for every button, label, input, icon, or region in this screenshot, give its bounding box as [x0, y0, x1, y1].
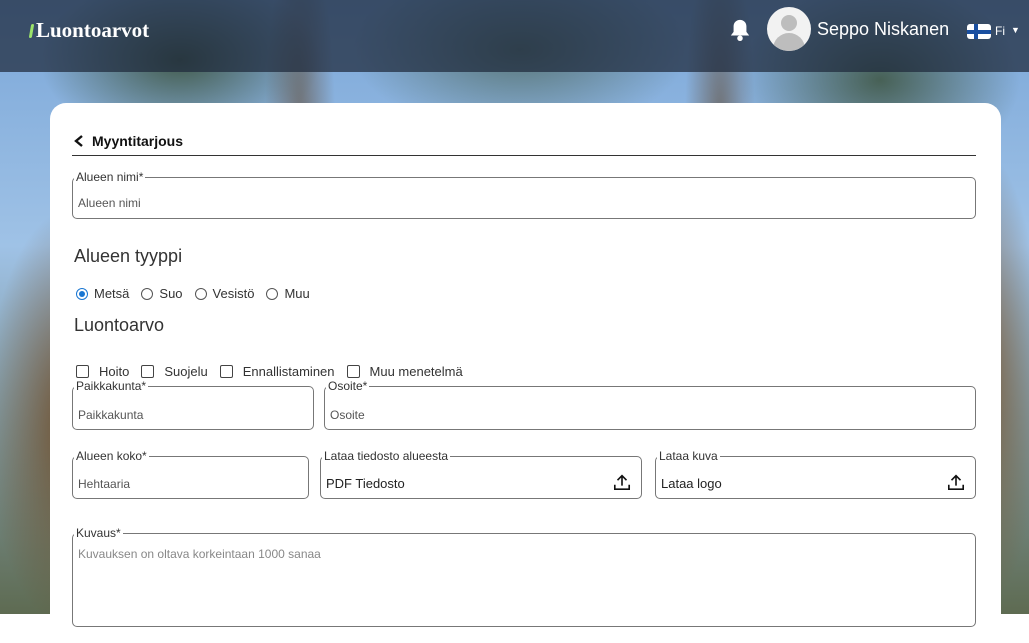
radio-vesisto[interactable]: Vesistö [194, 286, 254, 301]
radio-metsa[interactable]: Metsä [76, 286, 129, 301]
upload-icon[interactable] [613, 473, 631, 491]
checkbox-icon [346, 365, 360, 378]
area-name-field[interactable]: Alueen nimi* Alueen nimi [72, 171, 976, 219]
area-name-label: Alueen nimi* [76, 170, 144, 184]
checkbox-suojelu[interactable]: Suojelu [141, 364, 208, 379]
area-size-input[interactable]: Hehtaaria [78, 477, 130, 491]
description-field[interactable]: Kuvaus* Kuvauksen on oltava korkeintaan … [72, 527, 976, 627]
radio-selected-icon [76, 287, 88, 300]
radio-icon [266, 287, 279, 300]
radio-muu[interactable]: Muu [266, 286, 310, 301]
logo-leaf-icon [28, 23, 35, 38]
nature-value-checkbox-group: Hoito Suojelu Ennallistaminen Muu menete… [76, 364, 475, 379]
checkbox-muu-menetelma[interactable]: Muu menetelmä [346, 364, 463, 379]
avatar[interactable] [767, 7, 811, 51]
radio-icon [141, 287, 154, 300]
radio-suo[interactable]: Suo [141, 286, 183, 301]
area-type-title: Alueen tyyppi [74, 246, 183, 266]
page-title: Myyntitarjous [92, 133, 184, 149]
area-file-label: Lataa tiedosto alueesta [324, 449, 449, 463]
municipality-input[interactable]: Paikkakunta [78, 408, 143, 422]
area-file-value: PDF Tiedosto [326, 476, 405, 491]
logo-text: Luontoarvot [36, 18, 150, 42]
upload-icon[interactable] [947, 473, 965, 491]
app-logo[interactable]: Luontoarvot [28, 18, 150, 43]
municipality-label: Paikkakunta* [76, 379, 147, 393]
area-size-field[interactable]: Alueen koko* Hehtaaria [72, 450, 309, 499]
description-label: Kuvaus* [76, 526, 121, 540]
area-type-radio-group: Metsä Suo Vesistö Muu [76, 286, 322, 301]
checkbox-icon [76, 365, 89, 378]
image-upload-value: Lataa logo [661, 476, 722, 491]
chevron-down-icon[interactable]: ▼ [1011, 25, 1020, 35]
image-upload-label: Lataa kuva [659, 449, 718, 463]
chevron-left-icon [74, 135, 83, 147]
radio-icon [194, 287, 207, 300]
avatar-body [773, 33, 805, 51]
checkbox-icon [141, 365, 155, 378]
image-upload-field[interactable]: Lataa kuva Lataa logo [655, 450, 976, 499]
address-label: Osoite* [328, 379, 368, 393]
area-size-label: Alueen koko* [76, 449, 147, 463]
nature-value-title: Luontoarvo [74, 315, 165, 335]
address-input[interactable]: Osoite [330, 408, 365, 422]
area-file-upload-field[interactable]: Lataa tiedosto alueesta PDF Tiedosto [320, 450, 642, 499]
checkbox-ennallistaminen[interactable]: Ennallistaminen [219, 364, 335, 379]
description-textarea[interactable]: Kuvauksen on oltava korkeintaan 1000 san… [78, 547, 321, 561]
checkbox-icon [219, 365, 233, 378]
user-name[interactable]: Seppo Niskanen [817, 19, 949, 40]
back-button[interactable]: Myyntitarjous [74, 133, 183, 149]
checkbox-hoito[interactable]: Hoito [76, 364, 129, 379]
top-bar: Luontoarvot Seppo Niskanen Fi ▼ [0, 0, 1029, 72]
language-select[interactable]: Fi [995, 24, 1005, 38]
finland-flag-icon[interactable] [967, 24, 991, 39]
bell-icon[interactable] [729, 18, 751, 42]
divider [72, 155, 976, 156]
avatar-head [781, 15, 797, 31]
area-name-input[interactable]: Alueen nimi [78, 196, 141, 210]
address-field[interactable]: Osoite* Osoite [324, 380, 976, 430]
municipality-field[interactable]: Paikkakunta* Paikkakunta [72, 380, 314, 430]
